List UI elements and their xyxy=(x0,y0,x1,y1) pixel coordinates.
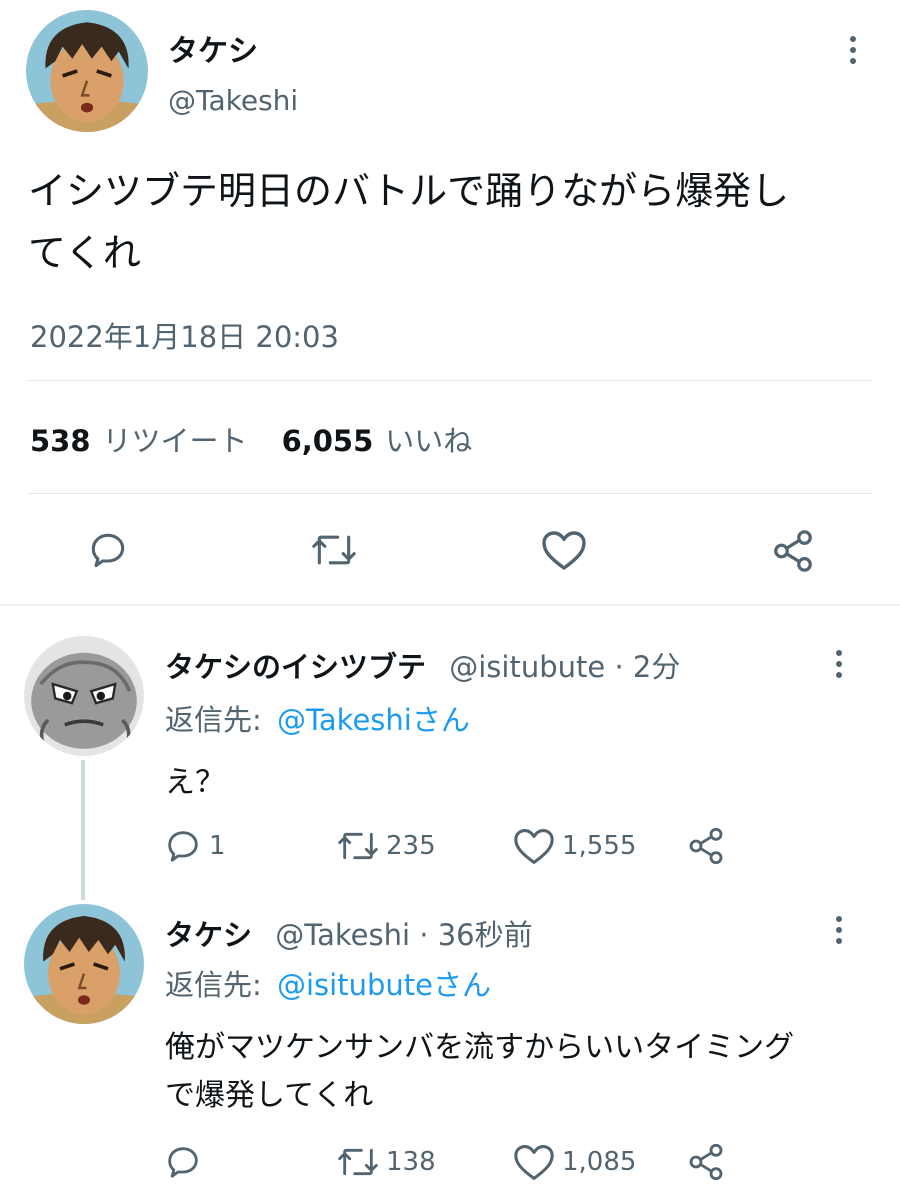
reply1-header: タケシのイシツブテ @isitubute · 2分 xyxy=(165,644,680,686)
main-tweet-text-line1: イシツブテ明日のバトルで踊りながら爆発し xyxy=(28,169,790,213)
main-handle[interactable]: @Takeshi xyxy=(168,84,298,117)
reply1-separator: · xyxy=(614,650,624,684)
retweet-label[interactable]: リツイート xyxy=(103,418,248,460)
reply2-text-line1: 俺がマツケンサンバを流すからいいタイミング xyxy=(165,1030,795,1065)
main-reply-button[interactable] xyxy=(86,528,130,572)
reply1-text: え？ xyxy=(165,765,225,800)
like-icon xyxy=(514,1145,554,1180)
share-icon xyxy=(689,827,723,865)
more-icon xyxy=(836,650,842,656)
retweet-icon xyxy=(338,1148,378,1176)
reply-to-link[interactable]: @Takeshiさん xyxy=(277,703,470,737)
reply1-reply-count: 1 xyxy=(209,831,226,861)
isitubute-avatar[interactable] xyxy=(24,636,144,756)
like-count[interactable]: 6,055 xyxy=(282,424,374,458)
main-display-name[interactable]: タケシ xyxy=(168,26,258,70)
retweet-icon xyxy=(312,535,356,565)
engagement-stats: 538 リツイート 6,055 いいね xyxy=(30,418,472,460)
reply1-time[interactable]: 2分 xyxy=(633,650,680,684)
reply1-display-name[interactable]: タケシのイシツブテ xyxy=(165,650,426,684)
takeshi-avatar[interactable] xyxy=(26,10,148,132)
share-icon xyxy=(774,530,812,572)
reply2-like-count: 1,085 xyxy=(562,1147,637,1177)
reply2-header: タケシ @Takeshi · 36秒前 xyxy=(165,912,533,954)
reply2-like-button[interactable]: 1,085 xyxy=(512,1142,636,1182)
like-label[interactable]: いいね xyxy=(385,418,472,460)
takeshi-avatar-image xyxy=(26,10,148,132)
main-retweet-button[interactable] xyxy=(310,528,358,572)
reply-prefix: 返信先: xyxy=(165,968,262,1002)
reply-icon xyxy=(168,1147,198,1178)
reply2-time[interactable]: 36秒前 xyxy=(438,918,533,952)
reply1-like-count: 1,555 xyxy=(562,831,637,861)
reply2-share-button[interactable] xyxy=(686,1142,726,1182)
more-icon xyxy=(836,916,842,922)
main-share-button[interactable] xyxy=(770,528,816,574)
reply1-handle[interactable]: @isitubute xyxy=(449,650,605,684)
reply2-reply-button[interactable] xyxy=(163,1142,209,1182)
reply2-reply-to: 返信先: @isitubuteさん xyxy=(165,962,491,1004)
reply1-more-button[interactable] xyxy=(825,644,853,684)
thread-line xyxy=(81,760,85,900)
main-like-button[interactable] xyxy=(540,528,588,572)
reply1-reply-to: 返信先: @Takeshiさん xyxy=(165,697,470,739)
reply1-like-button[interactable]: 1,555 xyxy=(512,826,636,866)
section-divider xyxy=(0,604,900,606)
reply1-reply-button[interactable]: 1 xyxy=(163,826,226,866)
reply2-retweet-button[interactable]: 138 xyxy=(336,1142,436,1182)
share-icon xyxy=(689,1143,723,1181)
reply2-display-name[interactable]: タケシ xyxy=(165,918,252,952)
retweet-icon xyxy=(338,832,378,860)
reply-to-link[interactable]: @isitubuteさん xyxy=(277,968,491,1002)
main-timestamp[interactable]: 2022年1月18日 20:03 xyxy=(30,314,339,356)
reply-icon xyxy=(168,831,198,862)
divider xyxy=(28,380,873,381)
takeshi-avatar[interactable] xyxy=(24,904,144,1024)
reply2-more-button[interactable] xyxy=(825,910,853,950)
divider xyxy=(28,493,873,494)
reply1-retweet-button[interactable]: 235 xyxy=(336,826,436,866)
reply2-retweet-count: 138 xyxy=(386,1147,436,1177)
reply2-handle[interactable]: @Takeshi xyxy=(275,918,410,952)
like-icon xyxy=(542,531,586,570)
reply2-text-line2: で爆発してくれ xyxy=(165,1078,374,1113)
reply1-share-button[interactable] xyxy=(686,826,726,866)
retweet-count[interactable]: 538 xyxy=(30,424,91,458)
like-icon xyxy=(514,829,554,864)
reply-icon xyxy=(91,533,125,568)
main-tweet-text-line2: てくれ xyxy=(28,231,141,275)
reply2-separator: · xyxy=(419,918,429,952)
reply-prefix: 返信先: xyxy=(165,703,262,737)
main-more-button[interactable] xyxy=(839,30,867,70)
takeshi-avatar-image xyxy=(24,904,144,1024)
more-icon xyxy=(850,36,856,42)
reply1-retweet-count: 235 xyxy=(386,831,436,861)
geodude-avatar-image xyxy=(24,636,144,756)
